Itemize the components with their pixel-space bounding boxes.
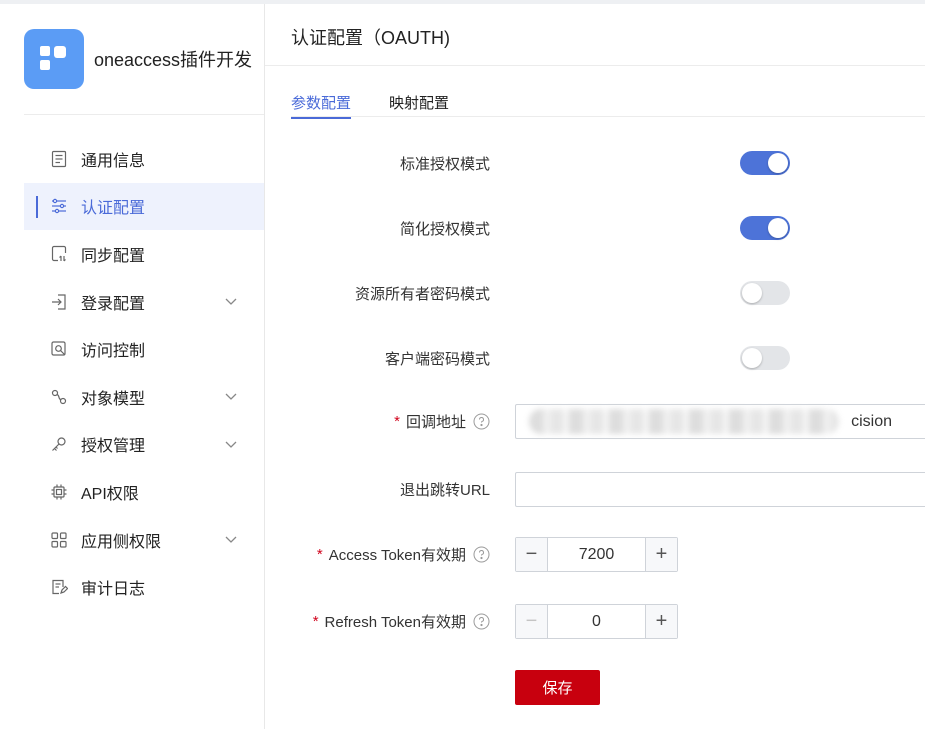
app-header: oneaccess插件开发 bbox=[24, 28, 252, 90]
toggle-knob bbox=[768, 218, 788, 238]
chevron-down-icon[interactable] bbox=[224, 294, 238, 308]
save-button[interactable]: 保存 bbox=[515, 670, 600, 705]
sidebar-item-object-model[interactable]: 对象模型 bbox=[24, 373, 264, 421]
form-row-refresh-token: * Refresh Token有效期 − 0 + bbox=[265, 604, 925, 639]
tabs-divider bbox=[291, 116, 925, 117]
tab-parameter-config[interactable]: 参数配置 bbox=[291, 92, 352, 119]
app-logo bbox=[24, 29, 84, 89]
grid-icon bbox=[50, 531, 68, 549]
title-divider bbox=[265, 65, 925, 66]
tab-mapping-config[interactable]: 映射配置 bbox=[389, 92, 449, 119]
sync-icon bbox=[50, 245, 68, 263]
key-icon bbox=[50, 435, 68, 453]
required-mark: * bbox=[312, 613, 319, 630]
object-model-icon bbox=[50, 388, 68, 406]
sidebar-item-label: 访问控制 bbox=[81, 343, 146, 361]
form-row-standard-auth: 标准授权模式 bbox=[265, 151, 925, 175]
resource-owner-toggle[interactable] bbox=[740, 281, 790, 305]
sidebar-item-access-control[interactable]: 访问控制 bbox=[24, 325, 264, 373]
chevron-down-icon[interactable] bbox=[224, 389, 238, 403]
chevron-down-icon[interactable] bbox=[224, 532, 238, 546]
required-mark: * bbox=[394, 413, 400, 430]
page-title: 认证配置（OAUTH) bbox=[291, 28, 450, 48]
decrement-button[interactable]: − bbox=[516, 605, 548, 638]
sliders-icon bbox=[50, 197, 68, 215]
form-row-resource-owner: 资源所有者密码模式 bbox=[265, 281, 925, 305]
field-label-wrap: * Refresh Token有效期 bbox=[265, 611, 490, 632]
simplified-auth-toggle[interactable] bbox=[740, 216, 790, 240]
standard-auth-toggle[interactable] bbox=[740, 151, 790, 175]
field-label: 退出跳转URL bbox=[399, 482, 490, 499]
form-row-simplified-auth: 简化授权模式 bbox=[265, 216, 925, 240]
chip-icon bbox=[50, 483, 68, 501]
sidebar-item-login-config[interactable]: 登录配置 bbox=[24, 278, 264, 326]
chevron-down-icon[interactable] bbox=[224, 437, 238, 451]
access-token-stepper: − 7200 + bbox=[515, 537, 678, 572]
client-password-toggle[interactable] bbox=[740, 346, 790, 370]
tab-bar: 参数配置 映射配置 bbox=[291, 92, 487, 119]
document-list-icon bbox=[50, 150, 68, 168]
sidebar-item-auth-config[interactable]: 认证配置 bbox=[24, 182, 264, 231]
field-label: 标准授权模式 bbox=[399, 155, 490, 173]
sidebar-menu: 通用信息 认证配置 同步配置 登录配置 访问控制 对象模型 授权管理 API权限… bbox=[24, 135, 264, 611]
access-token-value[interactable]: 7200 bbox=[548, 538, 645, 571]
callback-url-input[interactable] bbox=[515, 404, 925, 439]
logout-url-input[interactable] bbox=[515, 472, 925, 507]
refresh-token-value[interactable]: 0 bbox=[548, 605, 645, 638]
form-row-client-password: 客户端密码模式 bbox=[265, 346, 925, 370]
sidebar-item-label: 登录配置 bbox=[81, 295, 146, 313]
sidebar-item-api-permission[interactable]: API权限 bbox=[24, 468, 264, 516]
refresh-token-stepper: − 0 + bbox=[515, 604, 678, 639]
sidebar-item-authorization[interactable]: 授权管理 bbox=[24, 421, 264, 469]
sidebar-item-label: 认证配置 bbox=[81, 200, 146, 218]
sidebar-item-audit-log[interactable]: 审计日志 bbox=[24, 563, 264, 611]
sidebar-item-label: 同步配置 bbox=[81, 247, 146, 265]
form-row-callback: * 回调地址 bbox=[265, 404, 925, 439]
sidebar-item-sync-config[interactable]: 同步配置 bbox=[24, 230, 264, 278]
sidebar-item-general-info[interactable]: 通用信息 bbox=[24, 135, 264, 183]
sidebar: oneaccess插件开发 通用信息 认证配置 同步配置 登录配置 访问控制 对… bbox=[0, 4, 265, 729]
app-name: oneaccess插件开发 bbox=[94, 50, 253, 70]
field-label: 客户端密码模式 bbox=[384, 350, 490, 368]
sidebar-divider bbox=[24, 114, 264, 115]
increment-button[interactable]: + bbox=[645, 605, 677, 638]
field-label: 回调地址 bbox=[405, 414, 466, 431]
main-panel: 认证配置（OAUTH) 参数配置 映射配置 标准授权模式 简化授权模式 资源所有… bbox=[265, 4, 925, 729]
sidebar-item-label: API权限 bbox=[81, 485, 139, 503]
sidebar-item-label: 审计日志 bbox=[81, 581, 146, 599]
help-icon[interactable] bbox=[473, 413, 490, 430]
help-icon[interactable] bbox=[473, 546, 490, 563]
sidebar-item-label: 应用侧权限 bbox=[81, 533, 162, 551]
field-label: 简化授权模式 bbox=[399, 220, 490, 238]
toggle-knob bbox=[768, 153, 788, 173]
sidebar-item-app-permission[interactable]: 应用侧权限 bbox=[24, 516, 264, 564]
sidebar-item-label: 授权管理 bbox=[81, 438, 146, 456]
access-control-icon bbox=[50, 340, 68, 358]
field-label: 资源所有者密码模式 bbox=[354, 285, 490, 303]
decrement-button[interactable]: − bbox=[516, 538, 548, 571]
field-label: Refresh Token有效期 bbox=[324, 614, 466, 631]
sidebar-item-label: 对象模型 bbox=[81, 390, 146, 408]
increment-button[interactable]: + bbox=[645, 538, 677, 571]
login-icon bbox=[50, 293, 68, 311]
callback-input-wrap bbox=[515, 404, 925, 439]
field-label: Access Token有效期 bbox=[328, 547, 466, 564]
help-icon[interactable] bbox=[473, 613, 490, 630]
form-row-access-token: * Access Token有效期 − 7200 + bbox=[265, 537, 925, 572]
toggle-knob bbox=[742, 283, 762, 303]
sidebar-item-label: 通用信息 bbox=[81, 152, 146, 170]
field-label-wrap: * Access Token有效期 bbox=[265, 544, 490, 565]
form-row-logout-url: 退出跳转URL bbox=[265, 472, 925, 507]
required-mark: * bbox=[316, 546, 323, 563]
audit-log-icon bbox=[50, 578, 68, 596]
field-label-wrap: * 回调地址 bbox=[265, 411, 490, 432]
toggle-knob bbox=[742, 348, 762, 368]
